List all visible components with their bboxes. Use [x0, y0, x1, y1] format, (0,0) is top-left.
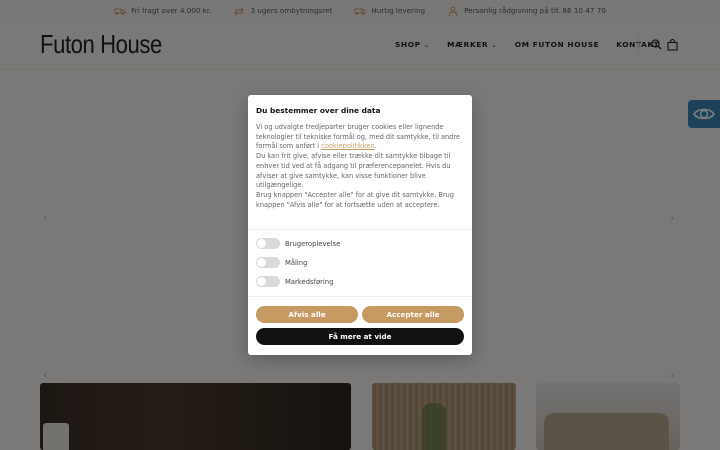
toggle-switch[interactable] [256, 276, 280, 287]
dialog-title: Du bestemmer over dine data [256, 106, 381, 115]
toggle-switch[interactable] [256, 257, 280, 268]
cookie-consent-dialog: Du bestemmer over dine data Vi og udvalg… [248, 95, 472, 355]
toggle-label: Markedsføring [285, 277, 334, 286]
consent-toggle-row: Måling [256, 257, 307, 268]
toggle-label: Brugeroplevelse [285, 239, 341, 248]
reject-all-button[interactable]: Afvis alle [256, 306, 358, 323]
consent-toggle-row: Brugeroplevelse [256, 238, 340, 249]
divider [248, 229, 472, 230]
consent-toggle-row: Markedsføring [256, 276, 333, 287]
body-text: . [374, 142, 377, 151]
learn-more-button[interactable]: Få mere at vide [256, 328, 464, 345]
dialog-body: Vi og udvalgte tredjeparter bruger cooki… [256, 123, 468, 210]
toggle-label: Måling [285, 258, 308, 267]
body-text: Du kan frit give, afvise eller trække di… [256, 152, 451, 190]
toggle-switch[interactable] [256, 238, 280, 249]
divider [248, 296, 472, 297]
cookie-policy-link[interactable]: cookiepolitikken [321, 142, 374, 150]
body-text: Brug knappen "Accepter alle" for at give… [256, 190, 454, 209]
accept-all-button[interactable]: Accepter alle [362, 306, 464, 323]
